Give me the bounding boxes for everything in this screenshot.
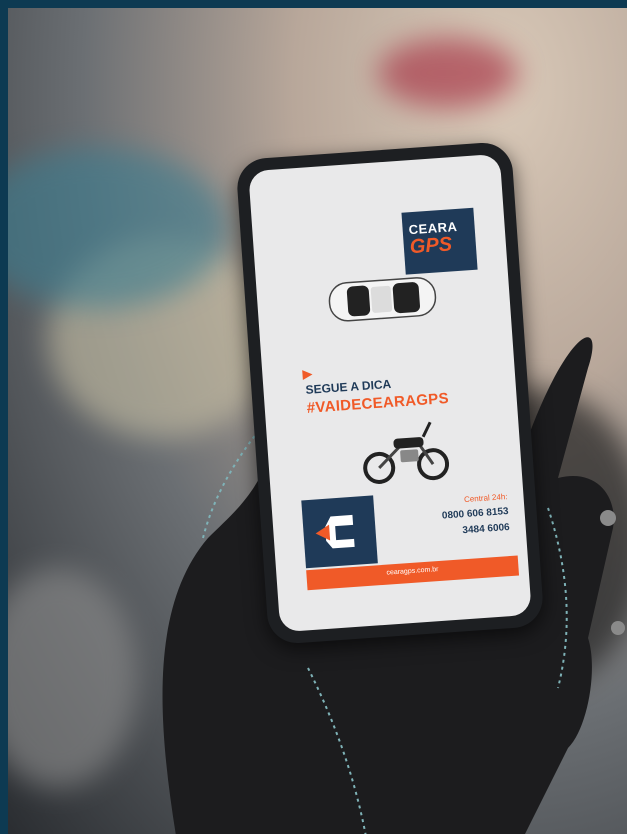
ceara-gps-logo: CEARA GPS [401,207,478,275]
logo-bottom-text: GPS [409,233,453,259]
motorcycle-image [363,421,450,484]
cearagps-brand-logo [301,495,378,569]
photo-background: CEARA GPS SEGUE A DICA #VAIDECEARAGPS Ce… [8,8,627,834]
play-arrow-icon [302,369,313,381]
c-logo-icon [315,514,355,549]
smartphone: CEARA GPS SEGUE A DICA #VAIDECEARAGPS Ce… [235,140,545,646]
central-label: Central 24h: [463,492,508,505]
blurred-red-light [378,38,518,108]
car-image [328,277,437,322]
phone-screen: CEARA GPS SEGUE A DICA #VAIDECEARAGPS Ce… [248,153,532,633]
phone-number-1: 0800 606 8153 [441,506,509,522]
image-frame: CEARA GPS SEGUE A DICA #VAIDECEARAGPS Ce… [0,0,627,834]
phone-number-2: 3484 6006 [462,521,511,537]
